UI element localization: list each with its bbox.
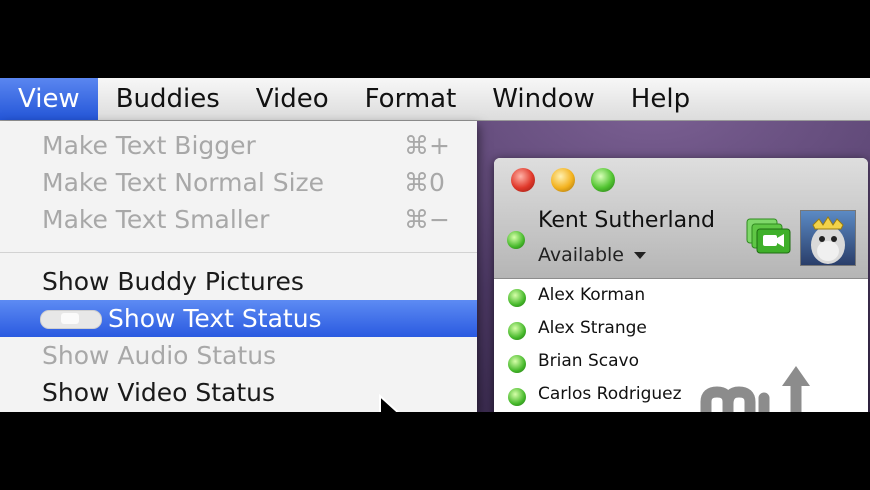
menu-item-shortcut: ⌘+ (404, 131, 450, 160)
mouse-pointer-icon (379, 394, 400, 412)
buddy-name: Carlos Rodriguez (538, 384, 682, 404)
menu-item-shortcut: ⌘− (404, 205, 450, 234)
menu-item-label: Make Text Smaller (42, 205, 270, 234)
menu-item-make-text-smaller: Make Text Smaller ⌘− (0, 201, 477, 238)
buddy-name: Brian Scavo (538, 351, 639, 371)
menu-help[interactable]: Help (613, 78, 708, 120)
my-status-dropdown[interactable]: Available (538, 244, 646, 266)
minimize-button[interactable] (551, 168, 575, 192)
menu-bar: View Buddies Video Format Window Help (0, 78, 870, 121)
screen: View Buddies Video Format Window Help Ma… (0, 78, 870, 412)
my-status-indicator-icon (507, 231, 525, 249)
watermark-logo-icon (700, 366, 810, 412)
status-pill-icon (40, 310, 102, 329)
menu-item-show-audio-status: Show Audio Status (0, 337, 477, 374)
available-status-icon (508, 322, 526, 340)
menu-item-label: Make Text Bigger (42, 131, 256, 160)
buddy-name: Alex Korman (538, 285, 646, 305)
buddy-name: Alex Strange (538, 318, 647, 338)
menu-item-show-text-status[interactable]: Show Text Status (0, 300, 477, 337)
menu-item-shortcut: ⌘0 (404, 168, 445, 197)
menu-item-label: Show Audio Status (42, 341, 277, 370)
menu-item-label: Make Text Normal Size (42, 168, 325, 197)
menu-video[interactable]: Video (238, 78, 347, 120)
my-name: Kent Sutherland (538, 208, 715, 233)
buddy-list-item[interactable]: Alex Strange (494, 313, 868, 346)
menu-view[interactable]: View (0, 78, 98, 120)
menu-item-label: Show Text Status (108, 304, 322, 333)
menu-separator (0, 252, 477, 253)
menu-buddies[interactable]: Buddies (98, 78, 238, 120)
video-camera-icon[interactable] (746, 218, 792, 254)
menu-item-make-text-bigger: Make Text Bigger ⌘+ (0, 127, 477, 164)
menu-item-show-video-status[interactable]: Show Video Status (0, 374, 477, 411)
menu-item-make-text-normal-size: Make Text Normal Size ⌘0 (0, 164, 477, 201)
menu-window[interactable]: Window (474, 78, 613, 120)
menu-item-show-buddy-pictures[interactable]: Show Buddy Pictures (0, 263, 477, 300)
available-status-icon (508, 289, 526, 307)
available-status-icon (508, 388, 526, 406)
buddy-list-header: Kent Sutherland Available (494, 158, 868, 279)
close-button[interactable] (511, 168, 535, 192)
monkey-avatar-icon (811, 216, 845, 264)
buddy-picture-avatar[interactable] (800, 210, 856, 266)
menu-item-label: Show Buddy Pictures (42, 267, 304, 296)
zoom-button[interactable] (591, 168, 615, 192)
menu-item-label: Show Video Status (42, 378, 276, 407)
view-menu-dropdown: Make Text Bigger ⌘+ Make Text Normal Siz… (0, 121, 477, 412)
available-status-icon (508, 355, 526, 373)
menu-format[interactable]: Format (347, 78, 475, 120)
buddy-list-item[interactable]: Alex Korman (494, 280, 868, 313)
